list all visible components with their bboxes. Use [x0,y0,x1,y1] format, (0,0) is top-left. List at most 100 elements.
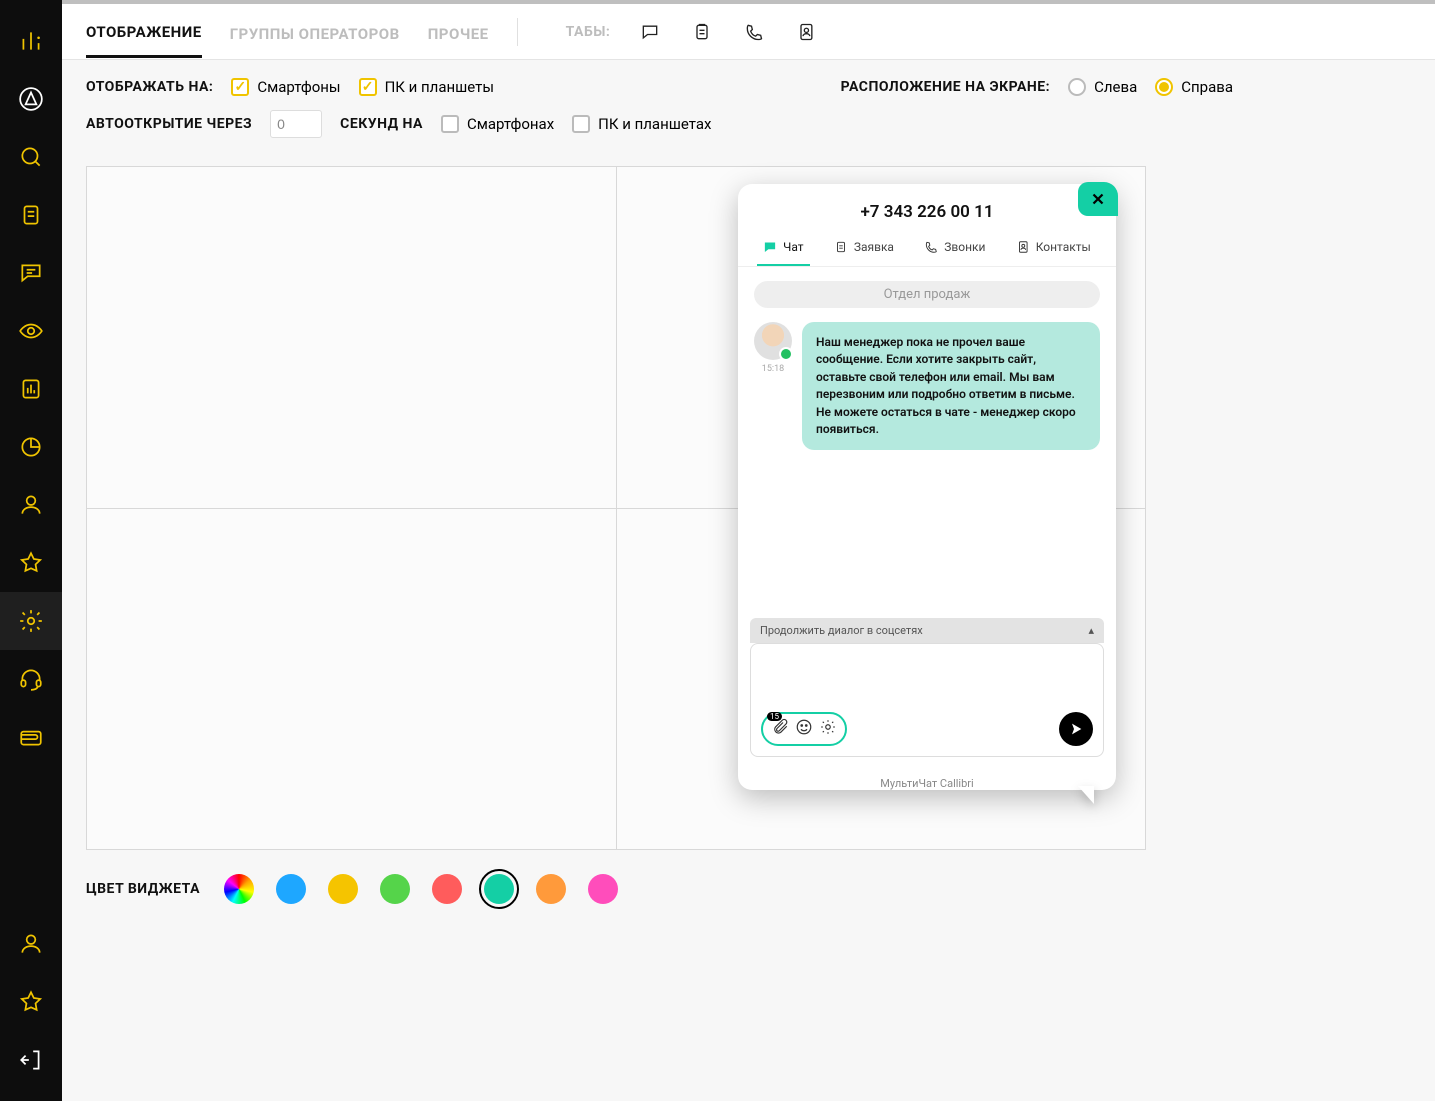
avatar [754,322,792,360]
tabs-calls-toggle[interactable] [742,20,766,44]
close-icon [1089,190,1107,208]
phone-icon [744,22,764,42]
sidebar-report[interactable] [0,360,62,418]
radio-icon [1068,78,1086,96]
chat-tab-contacts-label: Контакты [1036,240,1091,254]
display-smartphones-label: Смартфоны [257,78,340,96]
position-right[interactable]: Справа [1155,78,1233,96]
autoopen-label: АВТООТКРЫТИЕ ЧЕРЕЗ [86,116,252,132]
color-swatches [224,874,618,904]
star-icon [18,550,44,576]
chat-tab-calls-label: Звонки [944,240,985,254]
sidebar-logo[interactable] [0,70,62,128]
checkbox-icon [572,115,590,133]
chat-tab-request[interactable]: Заявка [828,230,900,266]
checkbox-icon [359,78,377,96]
chat-tab-request-label: Заявка [854,240,894,254]
color-swatch-0[interactable] [224,874,254,904]
chat-tabs: Чат Заявка Звонки Контакты [738,230,1116,267]
sidebar-star[interactable] [0,534,62,592]
chat-input[interactable]: 15 [750,643,1104,757]
sidebar-search[interactable] [0,128,62,186]
autoopen-smartphones[interactable]: Смартфонах [441,115,554,133]
color-swatch-5[interactable] [484,874,514,904]
report-icon [18,376,44,402]
tabs-request-toggle[interactable] [690,20,714,44]
gear-icon [18,608,44,634]
sidebar-eye[interactable] [0,302,62,360]
chat-tab-contacts[interactable]: Контакты [1010,230,1097,266]
position-right-label: Справа [1181,78,1233,96]
chat-icon [763,240,777,254]
clipboard-icon [834,240,848,254]
display-tablets-label: ПК и планшеты [385,78,494,96]
sidebar-favorite[interactable] [0,973,62,1031]
color-swatch-1[interactable] [276,874,306,904]
autoopen-tablets-label: ПК и планшетах [598,115,711,133]
display-on-label: ОТОБРАЖАТЬ НА: [86,79,213,95]
color-swatch-6[interactable] [536,874,566,904]
autoopen-seconds-input[interactable] [270,110,322,138]
tabs-contacts-toggle[interactable] [794,20,818,44]
widget-color-label: ЦВЕТ ВИДЖЕТА [86,881,200,897]
color-swatch-7[interactable] [588,874,618,904]
sidebar-settings[interactable] [0,592,62,650]
search-icon [18,144,44,170]
color-swatch-4[interactable] [432,874,462,904]
settings-button[interactable] [819,718,837,740]
sidebar-pie[interactable] [0,418,62,476]
pie-icon [18,434,44,460]
divider [517,18,518,46]
triangle-logo-icon [18,86,44,112]
seconds-on-label: СЕКУНД НА [340,116,423,132]
attach-count-badge: 15 [767,712,782,721]
tab-other[interactable]: ПРОЧЕЕ [428,7,489,57]
clipboard-icon [692,22,712,42]
chat-close-button[interactable] [1078,182,1118,216]
chat-continue-label: Продолжить диалог в соцсетях [760,624,923,637]
tabs-chat-toggle[interactable] [638,20,662,44]
color-swatch-2[interactable] [328,874,358,904]
autoopen-tablets[interactable]: ПК и планшетах [572,115,711,133]
emoji-button[interactable] [795,718,813,740]
headset-icon [18,666,44,692]
sidebar-support[interactable] [0,650,62,708]
chat-continue-link[interactable]: Продолжить диалог в соцсетях ▴ [750,618,1104,643]
position-label: РАСПОЛОЖЕНИЕ НА ЭКРАНЕ: [841,79,1051,95]
sidebar-user[interactable] [0,476,62,534]
display-tablets[interactable]: ПК и планшеты [359,78,494,96]
sidebar-profile[interactable] [0,915,62,973]
send-button[interactable] [1059,712,1093,746]
sidebar-document[interactable] [0,186,62,244]
attach-button[interactable]: 15 [771,718,789,740]
phone-icon [924,240,938,254]
sidebar-stats[interactable] [0,12,62,70]
chat-tools: 15 [761,712,847,746]
chat-bubble-icon [640,22,660,42]
position-left[interactable]: Слева [1068,78,1137,96]
chat-tab-calls[interactable]: Звонки [918,230,991,266]
sidebar-wallet[interactable] [0,708,62,766]
position-left-label: Слева [1094,78,1137,96]
chat-message: Наш менеджер пока не прочел ваше сообщен… [802,322,1100,450]
chat-icon [18,260,44,286]
tab-display[interactable]: ОТОБРАЖЕНИЕ [86,5,202,58]
chevron-up-icon: ▴ [1088,624,1094,637]
user-icon [18,492,44,518]
main: ОТОБРАЖЕНИЕ ГРУППЫ ОПЕРАТОРОВ ПРОЧЕЕ ТАБ… [62,0,1435,1101]
display-smartphones[interactable]: Смартфоны [231,78,340,96]
settings-bar: ОТОБРАЖАТЬ НА: Смартфоны ПК и планшеты Р… [62,60,1435,156]
preview-canvas: +7 343 226 00 11 Чат Заявка Звонки Конта… [86,166,1146,850]
chat-brand: МультиЧат Callibri [738,771,1116,790]
widget-color-row: ЦВЕТ ВИДЖЕТА [86,874,1411,904]
profile-icon [18,931,44,957]
color-swatch-3[interactable] [380,874,410,904]
sidebar-chat[interactable] [0,244,62,302]
chat-tab-chat[interactable]: Чат [757,230,809,266]
wallet-icon [18,724,44,750]
document-icon [18,202,44,228]
sidebar-logout[interactable] [0,1031,62,1089]
tab-operator-groups[interactable]: ГРУППЫ ОПЕРАТОРОВ [230,7,400,57]
chat-tab-chat-label: Чат [783,240,803,254]
star-icon [18,989,44,1015]
